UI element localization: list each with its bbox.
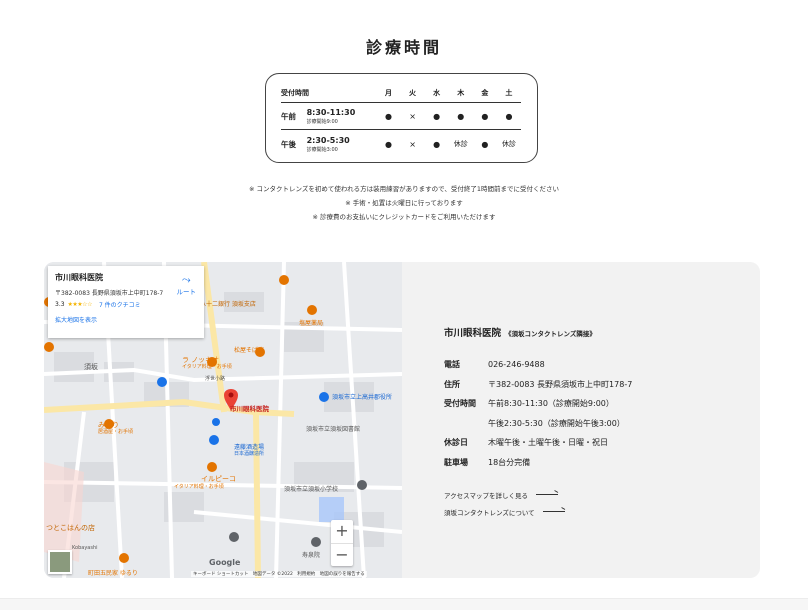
rating-value: 3.3 bbox=[55, 301, 65, 308]
info-row-hours-pm: 午後2:30-5:30（診療開始午後3:00） bbox=[444, 414, 632, 434]
contact-lens-link[interactable]: 須坂コンタクトレンズについて bbox=[444, 503, 565, 520]
map-label-ilpiko-sub: イタリア料理・お手頃 bbox=[174, 484, 224, 490]
access-map-link[interactable]: アクセスマップを詳しく見る bbox=[444, 486, 565, 503]
map-label-kobayashi: Kobayashi bbox=[72, 545, 98, 551]
mark-cell: × bbox=[409, 139, 416, 149]
map-card-rating: 3.3 ★★★☆☆ 7 件のクチコミ bbox=[55, 300, 197, 309]
route-button[interactable]: ⤳ ルート bbox=[176, 273, 197, 297]
map-label-bottom-left[interactable]: 町田五民家 ゆるり bbox=[88, 568, 138, 577]
directions-icon: ⤳ bbox=[181, 273, 191, 286]
mark-cell: 休診 bbox=[501, 140, 516, 148]
arrow-right-icon bbox=[535, 494, 558, 495]
info-value: 午前8:30-11:30（診療開始9:00） bbox=[488, 399, 614, 409]
info-row-address: 住所 〒382-0083 長野県須坂市上中町178-7 bbox=[444, 375, 632, 395]
info-key: 休診日 bbox=[444, 438, 468, 448]
day-tue: 火 bbox=[409, 89, 417, 97]
row-time: 8:30-11:30 診療開始9:00 bbox=[307, 108, 377, 125]
google-logo: Google bbox=[209, 558, 241, 567]
info-key: 電話 bbox=[444, 360, 460, 370]
day-sat: 土 bbox=[505, 89, 513, 97]
info-row-parking: 駐車場 18台分完備 bbox=[444, 453, 632, 473]
mark-cell: × bbox=[409, 111, 416, 121]
day-wed: 水 bbox=[433, 89, 441, 97]
day-mon: 月 bbox=[384, 89, 392, 97]
map-footer[interactable]: キーボード ショートカット 地図データ ©2022 利用規約 地図の誤りを報告す… bbox=[191, 571, 367, 577]
time-range: 8:30-11:30 bbox=[306, 107, 356, 117]
mark-cell: ● bbox=[384, 111, 392, 121]
note-line: ※ 診療費のお支払いにクレジットカードをご利用いただけます bbox=[312, 213, 496, 221]
time-note: 診療開始3:00 bbox=[306, 146, 338, 153]
link-text: 須坂コンタクトレンズについて bbox=[444, 508, 535, 517]
map-zoom-control[interactable]: + − bbox=[331, 520, 353, 566]
mark-cell: ● bbox=[433, 139, 441, 149]
info-value: 〒382-0083 長野県須坂市上中町178-7 bbox=[488, 379, 633, 389]
info-value: 午後2:30-5:30（診療開始午後3:00） bbox=[488, 418, 625, 428]
info-key: 住所 bbox=[444, 379, 460, 389]
mark-cell: ● bbox=[433, 111, 441, 121]
map-card-address: 〒382-0083 長野県須坂市上中町178-7 bbox=[55, 290, 164, 297]
hours-header-row: 受付時間 月 火 水 木 金 土 bbox=[281, 84, 521, 102]
page-title: 診療時間 bbox=[365, 38, 442, 57]
time-range: 2:30-5:30 bbox=[306, 135, 350, 145]
info-row-closed: 休診日 木曜午後・土曜午後・日曜・祝日 bbox=[444, 433, 632, 453]
link-text: アクセスマップを詳しく見る bbox=[444, 491, 528, 500]
page-bottom-divider bbox=[0, 598, 808, 610]
hours-table-box: 受付時間 月 火 水 木 金 土 午前 8:30-11:30 診療開始9:00 … bbox=[265, 73, 538, 163]
hours-row-am: 午前 8:30-11:30 診療開始9:00 ● × ● ● ● ● bbox=[281, 102, 521, 130]
day-thu: 木 bbox=[457, 89, 465, 97]
map-label-izakaya-sub: 日本酒醸造所 bbox=[234, 451, 265, 457]
star-icon: ★★★☆☆ bbox=[67, 301, 93, 308]
clinic-info: 電話 026-246-9488 住所 〒382-0083 長野県須坂市上中町178-… bbox=[444, 355, 632, 472]
map-label-library[interactable]: 須坂市立須坂図書館 bbox=[306, 424, 360, 433]
map-label-italian1-sub: イタリア料理・お手頃 bbox=[182, 364, 232, 370]
info-row-hours: 受付時間 午前8:30-11:30（診療開始9:00） bbox=[444, 394, 632, 414]
note-line: ※ 手術・処置は火曜日に行っております bbox=[345, 199, 463, 207]
mark-cell: ● bbox=[457, 111, 465, 121]
map-label-school[interactable]: 須坂市立須坂小学校 bbox=[284, 484, 338, 493]
map-label-pharmacy[interactable]: 塩屋薬局 bbox=[299, 318, 323, 327]
info-row-phone: 電話 026-246-9488 bbox=[444, 355, 632, 375]
map-label-museum[interactable]: 須坂市立上高井郡役所 bbox=[332, 392, 392, 401]
day-fri: 金 bbox=[481, 89, 489, 97]
hours-row-pm: 午後 2:30-5:30 診療開始3:00 ● × ● 休診 ● 休診 bbox=[281, 130, 521, 158]
clinic-name-text: 市川眼科医院 bbox=[444, 328, 502, 339]
map-label-ramen[interactable]: つとこはんの店 bbox=[46, 523, 95, 533]
map-label-hirose: 浮世小路 bbox=[205, 376, 226, 382]
arrow-right-icon bbox=[542, 511, 565, 512]
clinic-name: 市川眼科医院 《須坂コンタクトレンズ隣接》 bbox=[444, 325, 596, 339]
enlarge-map-link[interactable]: 拡大地図を表示 bbox=[55, 315, 197, 324]
map-label-bank[interactable]: 八十二銀行 須坂支店 bbox=[200, 299, 256, 308]
map-marker-label[interactable]: 市川眼科医院 bbox=[230, 403, 269, 413]
info-value: 18台分完備 bbox=[488, 457, 531, 467]
info-value: 木曜午後・土曜午後・日曜・祝日 bbox=[488, 438, 608, 448]
notes: ※ コンタクトレンズを初めて使われる方は装用練習がありますので、受付終了1時間前… bbox=[0, 182, 808, 224]
reviews-link[interactable]: 7 件のクチコミ bbox=[99, 300, 141, 309]
row-time: 2:30-5:30 診療開始3:00 bbox=[307, 136, 377, 153]
info-key: 駐車場 bbox=[444, 457, 468, 467]
street-view-pegman-icon[interactable] bbox=[48, 550, 72, 574]
info-key: 受付時間 bbox=[444, 399, 476, 409]
mark-cell: ● bbox=[505, 111, 513, 121]
map-label-minori-sub: 居酒屋・お手頃 bbox=[98, 429, 134, 435]
hours-table: 受付時間 月 火 水 木 金 土 午前 8:30-11:30 診療開始9:00 … bbox=[281, 84, 521, 158]
mark-cell: 休診 bbox=[453, 140, 468, 148]
map-label-temple[interactable]: 寿泉院 bbox=[302, 550, 320, 559]
route-label: ルート bbox=[176, 288, 197, 296]
mark-cell: ● bbox=[481, 111, 489, 121]
zoom-in-button[interactable]: + bbox=[331, 520, 353, 543]
hours-header-label: 受付時間 bbox=[281, 89, 309, 97]
map-place-card: 市川眼科医院 〒382-0083 長野県須坂市上中町178-7 3.3 ★★★☆… bbox=[48, 266, 204, 338]
clinic-name-sub: 《須坂コンタクトレンズ隣接》 bbox=[505, 330, 596, 338]
row-label: 午前 bbox=[281, 111, 296, 121]
info-value: 026-246-9488 bbox=[488, 360, 545, 370]
map-label-town: 須坂 bbox=[84, 363, 98, 371]
time-note: 診療開始9:00 bbox=[306, 118, 338, 125]
mark-cell: ● bbox=[384, 139, 392, 149]
mark-cell: ● bbox=[481, 139, 489, 149]
row-label: 午後 bbox=[281, 139, 296, 149]
map-label-soba[interactable]: 松屋そば店 bbox=[234, 345, 264, 354]
zoom-out-button[interactable]: − bbox=[331, 543, 353, 566]
info-links: アクセスマップを詳しく見る 須坂コンタクトレンズについて bbox=[444, 486, 565, 520]
note-line: ※ コンタクトレンズを初めて使われる方は装用練習がありますので、受付終了1時間前… bbox=[249, 185, 559, 193]
